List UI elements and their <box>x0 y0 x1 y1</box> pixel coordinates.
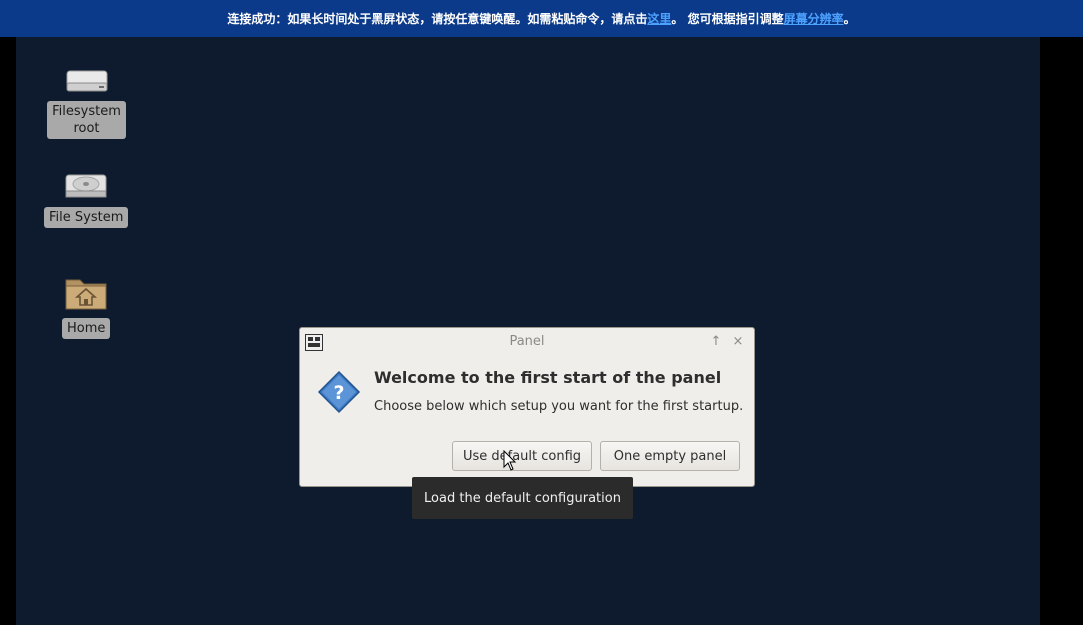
one-empty-panel-button[interactable]: One empty panel <box>600 441 740 471</box>
paste-command-link[interactable]: 这里 <box>647 10 671 27</box>
dialog-titlebar[interactable]: Panel ↑ × <box>300 328 754 356</box>
svg-text:?: ? <box>333 382 344 404</box>
desktop-icon-label: Filesystem root <box>47 101 126 139</box>
desktop-icon-file-system[interactable]: File System <box>44 173 129 228</box>
desktop-icon-label: File System <box>44 207 129 228</box>
panel-welcome-dialog: Panel ↑ × ? Welcome to the first start o… <box>299 327 755 487</box>
dialog-subtext: Choose below which setup you want for th… <box>374 399 744 414</box>
pin-icon[interactable]: ↑ <box>708 334 724 350</box>
question-icon: ? <box>317 370 361 414</box>
banner-text-after: 。 <box>843 12 856 26</box>
dialog-heading: Welcome to the first start of the panel <box>374 368 722 387</box>
home-folder-icon <box>65 279 107 310</box>
close-icon[interactable]: × <box>730 334 746 350</box>
dialog-title: Panel <box>509 334 545 349</box>
desktop-icon-home[interactable]: Home <box>62 272 111 339</box>
banner-text-before: 连接成功：如果长时间处于黑屏状态，请按任意键唤醒。如需粘贴命令，请点击 <box>227 12 648 26</box>
desktop-icon-filesystem-root[interactable]: Filesystem root <box>47 69 126 139</box>
use-default-config-button[interactable]: Use default config <box>452 441 592 471</box>
tooltip: Load the default configuration <box>412 477 633 519</box>
mouse-cursor-icon <box>503 450 517 471</box>
screen-resolution-link[interactable]: 屏幕分辨率 <box>784 10 844 27</box>
drive-icon <box>66 70 107 92</box>
harddisk-icon <box>65 174 107 198</box>
connection-banner: 连接成功：如果长时间处于黑屏状态，请按任意键唤醒。如需粘贴命令，请点击 这里 。… <box>0 0 1083 37</box>
desktop-icon-label: Home <box>62 318 111 339</box>
banner-text-middle: 。 您可根据指引调整 <box>671 12 784 26</box>
